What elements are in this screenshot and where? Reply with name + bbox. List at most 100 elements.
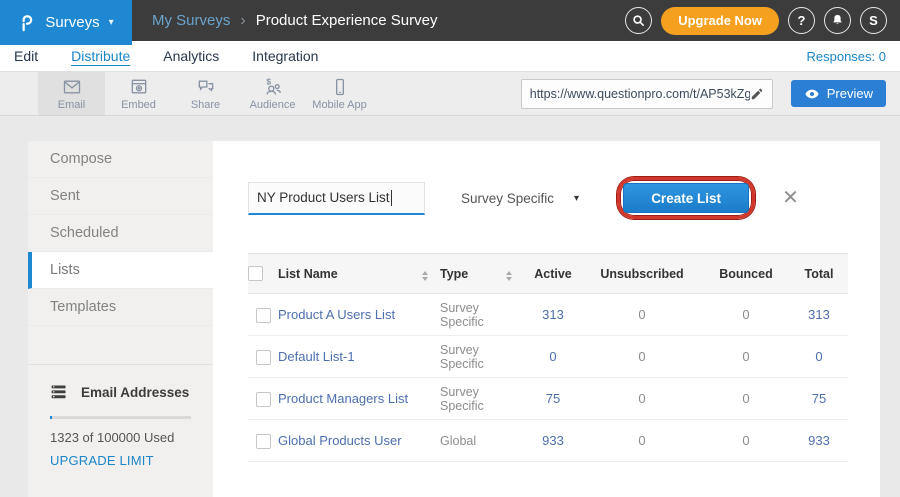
tab-analytics[interactable]: Analytics (163, 48, 219, 64)
preview-label: Preview (827, 86, 873, 101)
header-list-name[interactable]: List Name (278, 254, 440, 294)
chevron-down-icon: ▾ (574, 193, 579, 204)
survey-url-input[interactable] (530, 87, 750, 101)
header-type[interactable]: Type (440, 254, 524, 294)
select-all-checkbox[interactable] (248, 266, 263, 281)
help-button[interactable]: ? (788, 7, 815, 34)
notifications-button[interactable] (824, 7, 851, 34)
list-type: Survey Specific (440, 378, 524, 420)
tab-distribute[interactable]: Distribute (71, 48, 130, 64)
list-type: Survey Specific (440, 294, 524, 336)
lists-panel: NY Product Users List Survey Specific ▾ … (213, 141, 880, 497)
row-checkbox[interactable] (256, 350, 271, 365)
close-icon[interactable]: ✕ (782, 188, 799, 208)
questionpro-logo-icon (18, 12, 36, 34)
breadcrumb-chevron-icon: › (240, 12, 245, 30)
active-count-link[interactable]: 75 (524, 378, 582, 420)
channel-label: Mobile App (312, 99, 366, 111)
audience-dollar-icon: $ (263, 77, 283, 97)
survey-url-box (521, 79, 773, 109)
channel-audience[interactable]: $ Audience (239, 72, 306, 115)
chevron-down-icon: ▾ (109, 17, 114, 28)
distribute-toolbar: Email Embed Share $ Audience (0, 72, 900, 116)
breadcrumb-my-surveys[interactable]: My Surveys (152, 12, 230, 29)
bounced-count: 0 (702, 294, 790, 336)
preview-button[interactable]: Preview (791, 80, 886, 107)
search-icon (631, 13, 646, 28)
row-checkbox[interactable] (256, 434, 271, 449)
tab-edit[interactable]: Edit (14, 48, 38, 64)
unsubscribed-count: 0 (582, 294, 702, 336)
active-count-link[interactable]: 313 (524, 294, 582, 336)
sidebar-item-scheduled[interactable]: Scheduled (28, 215, 213, 252)
question-mark-icon: ? (798, 13, 806, 28)
quota-usage-text: 1323 of 100000 Used (50, 430, 191, 445)
bounced-count: 0 (702, 336, 790, 378)
email-quota-title: Email Addresses (81, 385, 189, 400)
upgrade-limit-link[interactable]: UPGRADE LIMIT (50, 453, 191, 468)
sort-icon[interactable] (506, 271, 512, 281)
list-name-link[interactable]: Default List-1 (278, 336, 440, 378)
header-unsubscribed: Unsubscribed (582, 254, 702, 294)
toolbar-right: Preview (521, 72, 900, 115)
quota-progress-fill (50, 416, 52, 419)
unsubscribed-count: 0 (582, 336, 702, 378)
unsubscribed-count: 0 (582, 378, 702, 420)
email-envelope-icon (62, 77, 82, 97)
list-type: Global (440, 420, 524, 462)
table-row: Global Products User Global 933 0 0 933 (248, 420, 848, 462)
responses-count-link[interactable]: Responses: 0 (807, 49, 887, 64)
app-menu-surveys[interactable]: Surveys ▾ (0, 0, 132, 45)
search-button[interactable] (625, 7, 652, 34)
list-name-input[interactable]: NY Product Users List (248, 182, 425, 215)
list-name-link[interactable]: Product A Users List (278, 294, 440, 336)
active-count-link[interactable]: 933 (524, 420, 582, 462)
total-count-link[interactable]: 933 (790, 420, 848, 462)
row-checkbox[interactable] (256, 392, 271, 407)
table-row: Product Managers List Survey Specific 75… (248, 378, 848, 420)
active-count-link[interactable]: 0 (524, 336, 582, 378)
account-avatar[interactable]: S (860, 7, 887, 34)
bounced-count: 0 (702, 378, 790, 420)
header-total: Total (790, 254, 848, 294)
total-count-link[interactable]: 313 (790, 294, 848, 336)
channel-label: Embed (121, 99, 156, 111)
main-area: Compose Sent Scheduled Lists Templates E… (0, 116, 900, 497)
total-count-link[interactable]: 75 (790, 378, 848, 420)
unsubscribed-count: 0 (582, 420, 702, 462)
quota-progress-bar (50, 416, 191, 419)
list-name-link[interactable]: Global Products User (278, 420, 440, 462)
sidebar-item-sent[interactable]: Sent (28, 178, 213, 215)
sidebar-item-compose[interactable]: Compose (28, 141, 213, 178)
channel-share[interactable]: Share (172, 72, 239, 115)
channel-email[interactable]: Email (38, 72, 105, 115)
upgrade-now-button[interactable]: Upgrade Now (661, 7, 779, 35)
total-count-link[interactable]: 0 (790, 336, 848, 378)
list-name-link[interactable]: Product Managers List (278, 378, 440, 420)
breadcrumb: My Surveys › Product Experience Survey (152, 12, 437, 30)
row-checkbox[interactable] (256, 308, 271, 323)
survey-tabs: Edit Distribute Analytics Integration Re… (0, 41, 900, 72)
table-row: Default List-1 Survey Specific 0 0 0 0 (248, 336, 848, 378)
email-lists-table: List Name Type Active Unsubscribed Bounc… (248, 253, 848, 462)
sidebar-item-templates[interactable]: Templates (28, 289, 213, 326)
create-list-button[interactable]: Create List (623, 183, 749, 213)
email-quota-section: Email Addresses 1323 of 100000 Used UPGR… (28, 364, 213, 468)
channel-embed[interactable]: Embed (105, 72, 172, 115)
list-type-selected: Survey Specific (461, 191, 554, 206)
top-bar: Surveys ▾ My Surveys › Product Experienc… (0, 0, 900, 41)
header-bounced: Bounced (702, 254, 790, 294)
table-header-row: List Name Type Active Unsubscribed Bounc… (248, 254, 848, 294)
tab-integration[interactable]: Integration (252, 48, 318, 64)
embed-window-icon (129, 77, 149, 97)
text-cursor (391, 190, 392, 206)
channel-mobile-app[interactable]: Mobile App (306, 72, 373, 115)
app-menu-label: Surveys (45, 14, 99, 31)
sidebar-item-lists[interactable]: Lists (28, 252, 213, 289)
sort-icon[interactable] (422, 271, 428, 281)
edit-pencil-icon[interactable] (750, 87, 764, 101)
avatar-initial: S (869, 13, 878, 28)
list-type-dropdown[interactable]: Survey Specific ▾ (461, 191, 579, 206)
annotation-highlight-ring: Create List (617, 177, 755, 219)
channel-label: Share (191, 99, 220, 111)
